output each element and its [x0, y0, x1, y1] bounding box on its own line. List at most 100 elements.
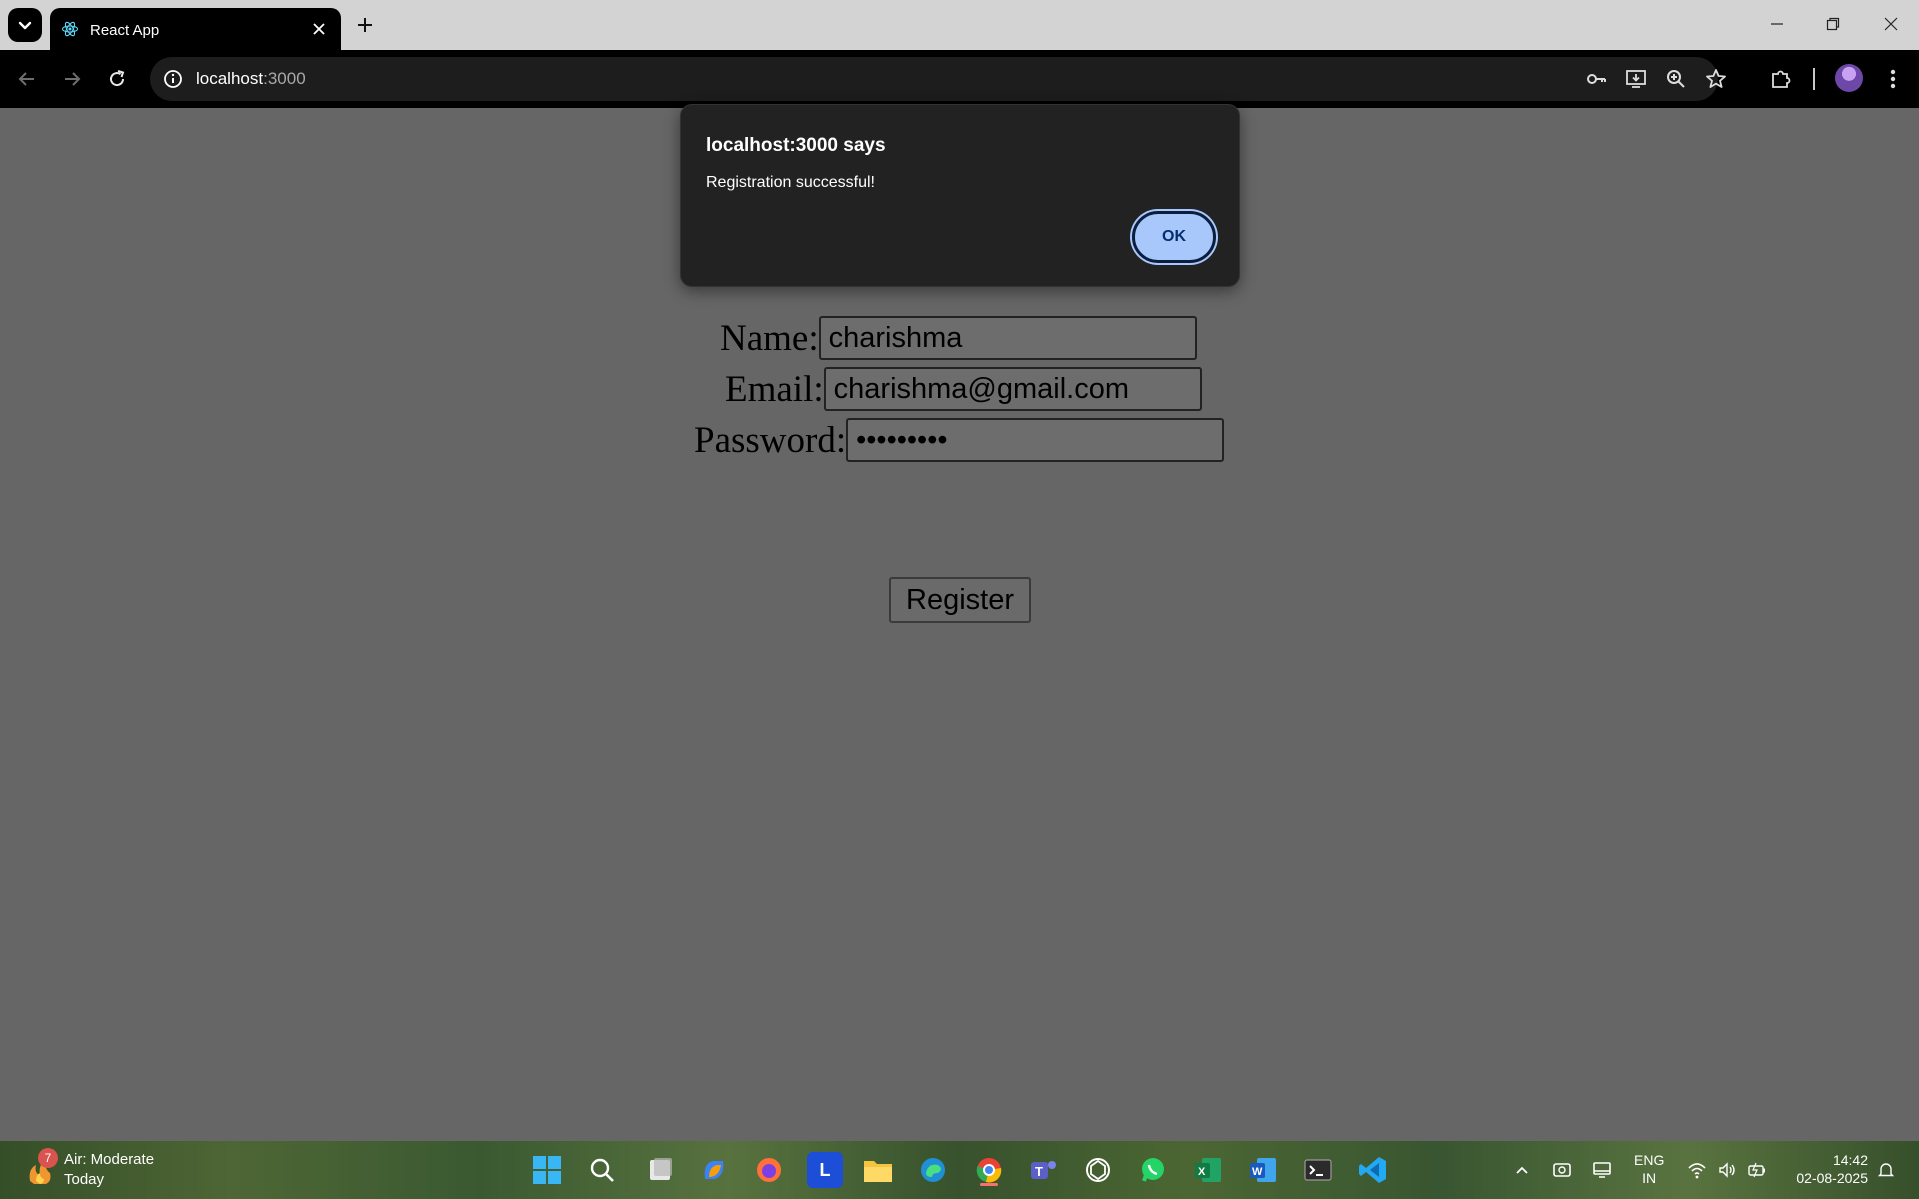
close-icon — [313, 23, 325, 35]
puzzle-icon — [1772, 70, 1791, 88]
chevron-down-icon — [18, 21, 32, 30]
vscode-glyph-icon — [1359, 1157, 1386, 1183]
browser-tab-active[interactable]: React App — [50, 8, 341, 50]
file-explorer-icon[interactable] — [860, 1152, 896, 1188]
name-row: Name: charishma — [720, 316, 1197, 360]
password-key-button[interactable] — [1584, 67, 1608, 91]
firefox-glyph-icon — [757, 1158, 781, 1182]
arrow-left-icon — [18, 72, 34, 86]
whatsapp-glyph-icon — [1142, 1158, 1164, 1182]
weather-line-2: Today — [64, 1171, 105, 1188]
vscode-icon[interactable] — [1355, 1152, 1391, 1188]
whatsapp-icon[interactable] — [1135, 1152, 1171, 1188]
monitor-icon — [1593, 1162, 1611, 1178]
svg-text:W: W — [1252, 1166, 1263, 1178]
copilot-glyph-icon — [704, 1161, 724, 1179]
name-label: Name: — [720, 317, 819, 359]
battery-tray-icon[interactable] — [1744, 1157, 1770, 1183]
toolbar-separator — [1813, 68, 1815, 90]
svg-text:X: X — [1198, 1166, 1206, 1178]
word-glyph-icon: W — [1250, 1158, 1276, 1182]
active-app-indicator — [980, 1183, 998, 1186]
url-text: localhost:3000 — [196, 69, 306, 89]
more-vert-icon — [1890, 69, 1896, 89]
password-label: Password: — [694, 419, 847, 461]
weather-badge: 7 — [38, 1148, 58, 1168]
search-icon[interactable] — [584, 1152, 620, 1188]
edge-icon[interactable] — [915, 1152, 951, 1188]
browser-menu-button[interactable] — [1879, 65, 1907, 93]
input-language-button[interactable]: ENG IN — [1634, 1151, 1664, 1187]
wifi-tray-icon[interactable] — [1684, 1157, 1710, 1183]
zoom-button[interactable] — [1664, 67, 1688, 91]
excel-icon[interactable]: X — [1190, 1152, 1226, 1188]
email-label: Email: — [725, 368, 824, 410]
forward-button[interactable] — [55, 62, 89, 96]
arrow-right-icon — [65, 72, 81, 86]
wifi-icon — [1688, 1163, 1706, 1179]
chatgpt-icon[interactable] — [1080, 1152, 1116, 1188]
screen: React App localhost:3000 Name: charishma… — [0, 0, 1919, 1199]
tab-search-button[interactable] — [8, 8, 42, 42]
ok-button[interactable]: OK — [1132, 211, 1216, 263]
install-icon — [1626, 70, 1646, 88]
volume-tray-icon[interactable] — [1714, 1157, 1740, 1183]
display-tray-icon[interactable] — [1589, 1157, 1615, 1183]
back-button[interactable] — [10, 62, 44, 96]
minimize-button[interactable] — [1757, 6, 1797, 42]
url-host: localhost — [196, 69, 264, 88]
chatgpt-glyph-icon — [1086, 1158, 1110, 1182]
new-tab-button[interactable] — [349, 9, 381, 41]
teams-glyph-icon: T — [1031, 1161, 1056, 1179]
clock-time: 14:42 — [1832, 1152, 1868, 1168]
copilot-icon[interactable] — [696, 1152, 732, 1188]
edge-glyph-icon — [921, 1158, 945, 1182]
start-icon[interactable] — [529, 1152, 565, 1188]
terminal-glyph-icon — [1304, 1159, 1332, 1181]
firefox-icon[interactable] — [751, 1152, 787, 1188]
weather-widget[interactable]: Air: Moderate Today — [64, 1150, 154, 1190]
install-app-button[interactable] — [1624, 67, 1648, 91]
task-view-icon[interactable] — [643, 1152, 679, 1188]
close-window-button[interactable] — [1871, 6, 1911, 42]
name-input[interactable]: charishma — [818, 316, 1197, 360]
register-button[interactable]: Register — [889, 577, 1031, 623]
task-view-glyph-icon — [650, 1158, 672, 1180]
chrome-icon[interactable] — [971, 1152, 1007, 1188]
profile-avatar[interactable] — [1835, 64, 1863, 92]
key-icon — [1587, 74, 1606, 84]
reload-button[interactable] — [100, 62, 134, 96]
speaker-icon — [1719, 1162, 1735, 1178]
dialog-title: localhost:3000 says — [706, 135, 886, 156]
magnifier-icon — [590, 1158, 614, 1182]
clock-widget[interactable]: 14:42 02-08-2025 — [1786, 1151, 1868, 1187]
show-hidden-icons-button[interactable] — [1509, 1157, 1535, 1183]
bookmark-button[interactable] — [1704, 67, 1728, 91]
extensions-button[interactable] — [1767, 65, 1795, 93]
chevron-up-icon — [1516, 1166, 1528, 1174]
windows-logo-icon — [533, 1156, 561, 1184]
password-input[interactable]: ••••••••• — [846, 418, 1225, 462]
folder-icon — [864, 1161, 892, 1182]
address-bar[interactable]: localhost:3000 — [150, 57, 1726, 101]
plus-icon — [358, 18, 372, 32]
lang-line-2: IN — [1642, 1170, 1657, 1186]
word-icon[interactable]: W — [1245, 1152, 1281, 1188]
email-row: Email: charishma@gmail.com — [725, 367, 1202, 411]
password-row: Password: ••••••••• — [694, 418, 1225, 462]
tab-close-button[interactable] — [307, 17, 331, 41]
browser-toolbar: localhost:3000 — [0, 50, 1919, 108]
react-logo-icon — [61, 21, 79, 37]
zoom-icon — [1667, 70, 1685, 88]
l-app-icon[interactable]: L — [807, 1152, 843, 1188]
tab-strip: React App — [0, 0, 1919, 50]
teams-icon[interactable]: T — [1025, 1152, 1061, 1188]
tray-app-icon[interactable] — [1549, 1157, 1575, 1183]
minimize-icon — [1771, 23, 1783, 25]
notification-center-button[interactable] — [1873, 1157, 1899, 1183]
terminal-icon[interactable] — [1300, 1152, 1336, 1188]
email-input[interactable]: charishma@gmail.com — [823, 367, 1202, 411]
info-icon[interactable] — [162, 68, 184, 90]
restore-button[interactable] — [1813, 6, 1853, 42]
svg-text:T: T — [1035, 1164, 1043, 1179]
